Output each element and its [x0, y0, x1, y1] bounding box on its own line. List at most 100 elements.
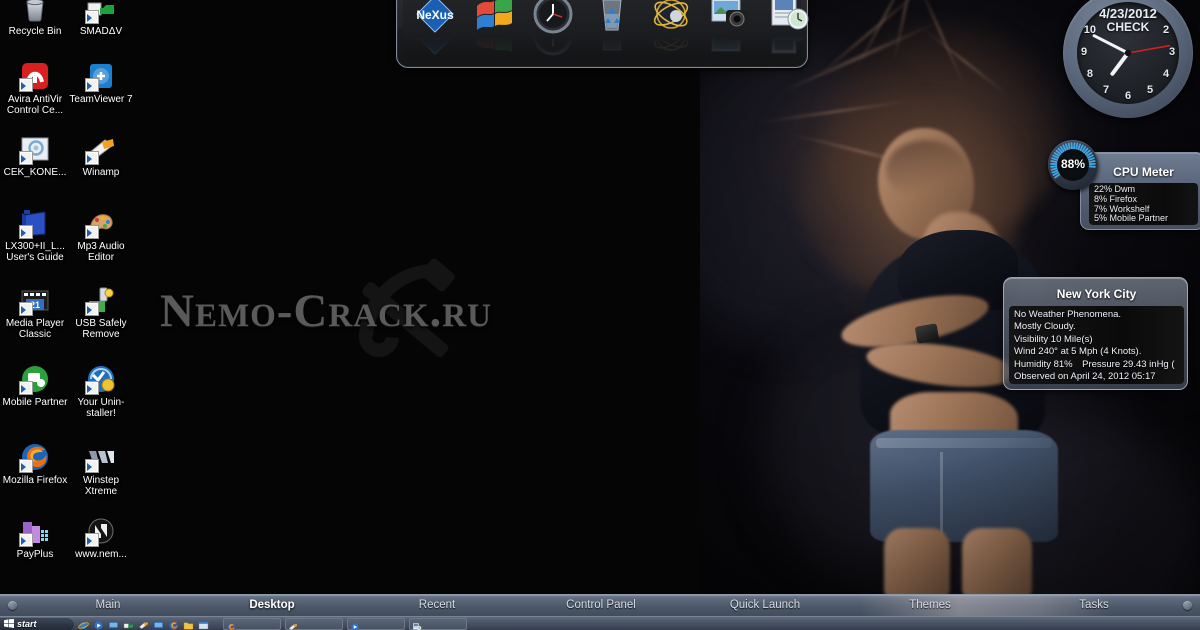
start-button[interactable]: start [0, 616, 74, 630]
desktop-icon-label: www.nem... [75, 549, 127, 560]
media-player-classic-icon: 21 [19, 284, 51, 316]
quick-launch-firefox[interactable] [168, 618, 179, 630]
site-watermark: Nemo-Crack.ru [160, 258, 590, 378]
tab-recent[interactable]: Recent [377, 599, 497, 611]
clock-number-9: 9 [1080, 46, 1088, 58]
desktop-icon-media-player-classic[interactable]: 21 Media Player Classic [2, 284, 68, 340]
desktop-icon-nemo-site[interactable]: www.nem... [68, 515, 134, 560]
windows-taskbar[interactable]: start [0, 616, 1200, 630]
weather-city: New York City [1056, 287, 1137, 301]
weather-gadget[interactable]: New York City No Weather Phenomena. Mostl… [1003, 277, 1188, 390]
winamp-icon [288, 619, 298, 630]
desktop-icon-folder-settings[interactable]: CEK_KONE... [2, 133, 68, 178]
winstep-tabbar[interactable]: Main Desktop Recent Control Panel Quick Laun… [0, 594, 1200, 616]
teamviewer-icon [85, 60, 117, 92]
desktop-icon-usb-safely-remove[interactable]: USB Safely Remove [68, 284, 134, 340]
quick-launch-folder[interactable] [183, 618, 194, 630]
dock-item-photos[interactable] [708, 0, 752, 58]
clock-number-2: 2 [1163, 24, 1170, 36]
desktop-icon-label: Mobile Partner [2, 397, 68, 408]
quick-launch-smadav[interactable] [123, 618, 134, 629]
desktop-icon-winamp[interactable]: Winamp [68, 133, 134, 178]
network-globe-icon [649, 0, 693, 36]
dock-item-workshelf[interactable] [767, 0, 811, 58]
nexus-dock[interactable]: NeXus NeXus [396, 0, 811, 68]
tab-desktop[interactable]: Desktop [212, 599, 332, 611]
epson-guide-icon [19, 207, 51, 239]
payplus-icon [19, 515, 51, 547]
cpu-process-list: 22% Dwm 8% Firefox 7% Workshelf 5% Mobile P… [1089, 183, 1198, 225]
desktop-icon-epson-guide[interactable]: LX300+II_L... User's Guide [2, 207, 68, 263]
clock-number-10: 10 [1083, 24, 1097, 36]
desktop-icon-recycle-bin[interactable]: Recycle Bin [2, 0, 68, 37]
desktop-surface[interactable]: Nemo-Crack.ru Recycle Bin SMADΔV Avira A… [0, 0, 1200, 630]
task-button-winamp[interactable] [285, 617, 343, 630]
desktop-icon-label: Mozilla Firefox [2, 475, 68, 486]
desktop-icon-label: Your Unin-staller! [77, 397, 125, 419]
winstep-xtreme-icon [85, 441, 117, 473]
desktop-icon-label: USB Safely Remove [75, 318, 127, 340]
desktop-icon-teamviewer[interactable]: TeamViewer 7 [68, 60, 134, 105]
cpu-percent-value: 88% [1060, 157, 1086, 171]
dock-icon-reflection [531, 36, 575, 58]
task-button-workshelf[interactable] [409, 617, 467, 630]
weather-detail-line: Humidity 81% Pressure 29.43 inHg ( [1014, 358, 1175, 370]
weather-detail-line: Visibility 10 Mile(s) [1014, 333, 1093, 345]
windows-flag-icon [472, 0, 516, 36]
usb-safely-remove-icon [85, 284, 117, 316]
cpu-meter-title: CPU Meter [1113, 165, 1174, 179]
firefox-icon [19, 441, 51, 473]
desktop-icon-label: Winstep Xtreme [82, 475, 120, 497]
cpu-meter-gadget[interactable]: CPU Meter 22% Dwm 8% Firefox 7% Workshelf 5… [1080, 152, 1200, 230]
tabbar-right-knob[interactable] [1183, 601, 1192, 610]
tab-tasks[interactable]: Tasks [1034, 599, 1154, 611]
tab-themes[interactable]: Themes [870, 599, 990, 611]
desktop-icon-mp3-audio-editor[interactable]: Mp3 Audio Editor [68, 207, 134, 263]
desktop-icon-avira-antivir[interactable]: Avira AntiVir Control Ce... [2, 60, 68, 116]
dock-icon-reflection [590, 36, 634, 58]
quick-launch-media-player[interactable] [93, 618, 104, 630]
nemo-site-icon [85, 515, 117, 547]
windows-flag-icon [4, 619, 14, 628]
desktop-icon-label: Media Player Classic [5, 318, 65, 340]
quick-launch-strip[interactable] [78, 618, 209, 630]
clock-number-5: 5 [1146, 84, 1154, 97]
desktop-icon-your-uninstaller[interactable]: Your Unin-staller! [68, 363, 134, 419]
task-button-media-player[interactable] [347, 617, 405, 630]
dock-item-network[interactable] [649, 0, 693, 58]
desktop-icon-winstep-xtreme[interactable]: Winstep Xtreme [68, 441, 134, 497]
cpu-process-item: 5% Mobile Partner [1094, 213, 1169, 224]
weather-detail-line: No Weather Phenomena. [1014, 309, 1122, 320]
desktop-icon-label: Winamp [82, 167, 120, 178]
quick-launch-show-desktop[interactable] [108, 618, 119, 629]
workshelf-icon [412, 619, 422, 630]
desktop-icon-label: PayPlus [16, 549, 54, 560]
dock-item-recycle-bin[interactable] [590, 0, 634, 58]
desktop-icon-payplus[interactable]: PayPlus [2, 515, 68, 560]
desktop-icon-mobile-partner[interactable]: Mobile Partner [2, 363, 68, 408]
desktop-icon-firefox[interactable]: Mozilla Firefox [2, 441, 68, 486]
dock-icon-reflection [472, 36, 516, 58]
svg-text:NeXus: NeXus [416, 8, 454, 22]
dock-item-nexus[interactable]: NeXus NeXus [413, 0, 457, 58]
quick-launch-internet-explorer[interactable] [78, 618, 89, 629]
tab-main[interactable]: Main [48, 599, 168, 611]
clock-number-6: 6 [1124, 90, 1132, 102]
tab-control-panel[interactable]: Control Panel [541, 599, 661, 611]
quick-launch-show-desktop[interactable] [153, 618, 164, 629]
weather-detail-list: No Weather Phenomena. Mostly Cloudy. Visib… [1009, 306, 1184, 384]
workshelf-icon [767, 0, 811, 36]
tab-quick-launch[interactable]: Quick Launch [705, 599, 825, 611]
dock-icon-reflection [708, 36, 752, 58]
clock-gadget[interactable]: 4/23/2012 CHECK 2 3 4 5 6 7 8 9 10 [1063, 0, 1193, 118]
clock-number-4: 4 [1163, 68, 1170, 80]
tabbar-left-knob[interactable] [8, 601, 17, 610]
task-button-firefox[interactable] [223, 617, 281, 630]
recycle-bin-icon [19, 0, 51, 24]
quick-launch-window[interactable] [198, 618, 209, 630]
desktop-icon-smadav[interactable]: SMADΔV [68, 0, 134, 37]
quick-launch-winamp[interactable] [138, 618, 149, 629]
dock-item-clock[interactable] [531, 0, 575, 58]
dock-item-start-menu[interactable] [472, 0, 516, 58]
task-button-strip[interactable] [223, 617, 467, 630]
